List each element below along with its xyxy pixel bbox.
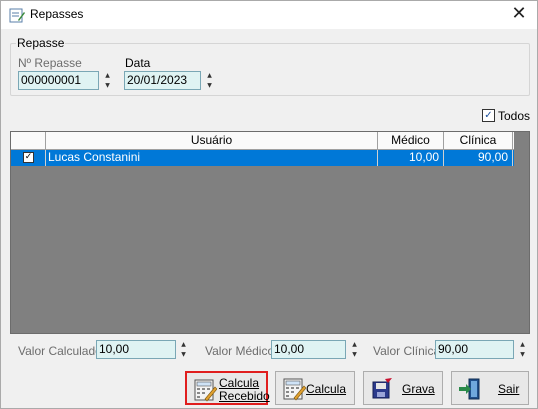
grava-button[interactable]: Grava [363, 371, 443, 405]
spin-up-icon[interactable]: ▲ [204, 71, 215, 81]
grid-header: Usuário Médico Clínica [11, 132, 514, 150]
repasse-group-legend: Repasse [16, 36, 66, 50]
numero-repasse-spinner[interactable]: ▲ ▼ [102, 71, 113, 91]
spin-down-icon[interactable]: ▼ [102, 81, 113, 91]
calcula-recebido-caption: Calcula Recebido [219, 377, 270, 403]
close-button[interactable]: ✕ [501, 1, 537, 29]
valor-calculado-spinner[interactable]: ▲ ▼ [178, 340, 189, 360]
valor-medico-spinner[interactable]: ▲ ▼ [349, 340, 360, 360]
grid-header-medico[interactable]: Médico [378, 132, 444, 150]
spin-up-icon[interactable]: ▲ [517, 340, 528, 350]
grid-header-usuario[interactable]: Usuário [46, 132, 378, 150]
calcula-button[interactable]: Calcula [275, 371, 355, 405]
spin-up-icon[interactable]: ▲ [102, 71, 113, 81]
calculator-edit-icon [283, 378, 306, 401]
grid-header-clinica[interactable]: Clínica [444, 132, 513, 150]
spin-down-icon[interactable]: ▼ [349, 350, 360, 360]
valor-clinica-label: Valor Clínica [373, 344, 441, 358]
valor-calculado-field[interactable]: 10,00 [96, 340, 176, 359]
numero-repasse-field[interactable]: 000000001 [18, 71, 99, 90]
form-edit-icon [9, 8, 25, 23]
valor-calculado-label: Valor Calculado [18, 344, 102, 358]
numero-repasse-label: Nº Repasse [18, 56, 82, 70]
table-row[interactable]: ✓ Lucas Constanini 10,00 90,00 [11, 150, 514, 166]
valor-medico-field[interactable]: 10,00 [271, 340, 346, 359]
save-disk-icon [372, 378, 392, 399]
exit-door-icon [459, 378, 480, 400]
data-label: Data [125, 56, 151, 70]
spin-up-icon[interactable]: ▲ [349, 340, 360, 350]
check-icon: ✓ [24, 152, 33, 162]
spin-down-icon[interactable]: ▼ [178, 350, 189, 360]
grid-header-check [11, 132, 46, 150]
cell-usuario[interactable]: Lucas Constanini [46, 150, 378, 166]
data-spinner[interactable]: ▲ ▼ [204, 71, 215, 91]
calcula-recebido-button[interactable]: Calcula Recebido [185, 371, 270, 405]
window-title: Repasses [30, 7, 84, 21]
todos-label: Todos [498, 109, 531, 123]
repasses-window: Repasses ✕ Repasse Nº Repasse 000000001 … [0, 0, 538, 409]
valor-medico-label: Valor Médico [205, 344, 275, 358]
calcula-label: Calcula [306, 382, 347, 396]
sair-label: Sair [498, 382, 520, 396]
valor-clinica-spinner[interactable]: ▲ ▼ [517, 340, 528, 360]
data-field[interactable]: 20/01/2023 [124, 71, 201, 90]
valor-clinica-field[interactable]: 90,00 [435, 340, 514, 359]
sair-button[interactable]: Sair [451, 371, 529, 405]
row-checkbox[interactable]: ✓ [23, 152, 34, 163]
calculator-edit-icon [194, 379, 217, 402]
cell-clinica[interactable]: 90,00 [444, 150, 513, 166]
spin-up-icon[interactable]: ▲ [178, 340, 189, 350]
calcula-recebido-line1: Calcula [219, 376, 260, 390]
grava-label: Grava [402, 382, 435, 396]
spin-down-icon[interactable]: ▼ [204, 81, 215, 91]
cell-medico[interactable]: 10,00 [378, 150, 444, 166]
repasses-grid[interactable]: Usuário Médico Clínica ✓ Lucas Constanin… [10, 131, 530, 334]
calcula-recebido-line2: Recebido [219, 389, 270, 403]
title-bar: Repasses ✕ [1, 1, 537, 29]
check-icon: ✓ [484, 110, 493, 121]
close-icon: ✕ [511, 3, 527, 24]
todos-checkbox[interactable]: ✓ [482, 109, 495, 122]
spin-down-icon[interactable]: ▼ [517, 350, 528, 360]
row-check-cell[interactable]: ✓ [11, 150, 46, 166]
